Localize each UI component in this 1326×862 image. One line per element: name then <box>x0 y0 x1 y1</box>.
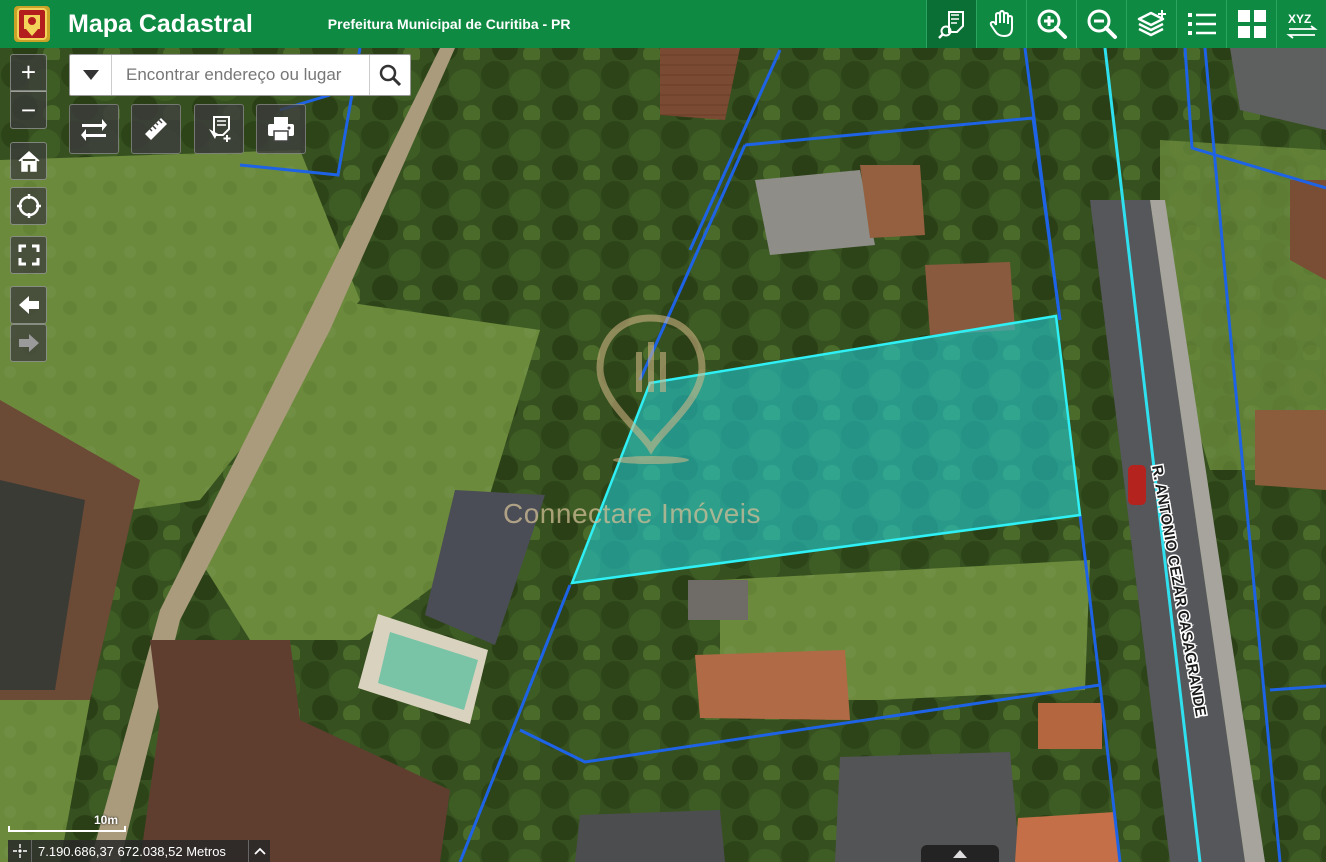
app-title: Mapa Cadastral <box>68 9 253 38</box>
app-header: Mapa Cadastral Prefeitura Municipal de C… <box>0 0 1326 48</box>
chevron-down-icon <box>82 70 99 80</box>
search-input[interactable] <box>112 55 369 95</box>
locate-button[interactable] <box>10 187 47 225</box>
watermark-text: Connectare Imóveis <box>503 498 762 529</box>
pan-hand-icon <box>989 10 1013 37</box>
svg-text:XYZ: XYZ <box>1288 12 1311 26</box>
search-source-dropdown[interactable] <box>70 55 112 95</box>
map-view[interactable]: R. ANTONIO CEZAR CASAGRANDE <box>0 48 1326 862</box>
aerial-imagery: R. ANTONIO CEZAR CASAGRANDE <box>0 48 1326 862</box>
legend-list-icon <box>1187 13 1216 35</box>
zoom-in-tool-icon <box>1037 9 1067 39</box>
basemap-button[interactable] <box>1226 0 1276 48</box>
pan-tool-button[interactable] <box>976 0 1026 48</box>
identify-add-icon <box>209 116 231 142</box>
coordinates-bar: 7.190.686,37 672.038,52 Metros <box>8 840 270 862</box>
home-button[interactable] <box>10 142 47 180</box>
coordinates-expand-button[interactable] <box>248 840 270 862</box>
coordinates-readout: 7.190.686,37 672.038,52 Metros <box>38 843 226 859</box>
print-icon <box>268 117 294 142</box>
app-subtitle: Prefeitura Municipal de Curitiba - PR <box>327 16 571 32</box>
caret-up-icon <box>953 849 967 858</box>
main-toolbar: XYZ <box>926 0 1326 48</box>
layers-button[interactable] <box>1126 0 1176 48</box>
chevron-up-icon <box>253 847 266 855</box>
previous-extent-arrow-icon <box>18 296 39 314</box>
measure-button[interactable] <box>131 104 181 154</box>
swap-arrows-icon <box>81 119 107 141</box>
home-icon <box>17 150 40 172</box>
fullscreen-icon <box>18 244 39 266</box>
next-extent-button[interactable] <box>10 324 47 362</box>
identify-add-button[interactable] <box>194 104 244 154</box>
next-extent-arrow-icon <box>18 334 39 352</box>
address-search <box>69 54 411 96</box>
search-icon <box>379 64 401 86</box>
fullscreen-button[interactable] <box>10 236 47 274</box>
curitiba-crest-logo <box>14 6 50 42</box>
print-button[interactable] <box>256 104 306 154</box>
search-button[interactable] <box>369 55 410 95</box>
identify-tool-button[interactable] <box>926 0 976 48</box>
zoom-in-button[interactable]: + <box>10 54 47 91</box>
zoom-out-tool-button[interactable] <box>1076 0 1126 48</box>
zoom-out-tool-icon <box>1087 9 1117 39</box>
crosshair-icon[interactable] <box>8 840 32 862</box>
zoom-out-button[interactable]: − <box>10 91 47 129</box>
basemap-grid-icon <box>1237 10 1266 38</box>
swap-button[interactable] <box>69 104 119 154</box>
scale-bar <box>8 826 126 832</box>
identify-tool-icon <box>937 11 964 39</box>
previous-extent-button[interactable] <box>10 286 47 324</box>
locate-icon <box>16 194 41 218</box>
scale-label: 10m <box>94 813 119 827</box>
bottom-panel-handle[interactable] <box>921 845 999 862</box>
legend-button[interactable] <box>1176 0 1226 48</box>
xyz-coordinates-icon: XYZ <box>1285 12 1318 39</box>
zoom-in-tool-button[interactable] <box>1026 0 1076 48</box>
xyz-coordinates-button[interactable]: XYZ <box>1276 0 1326 48</box>
measure-ruler-icon <box>145 118 167 140</box>
layers-icon <box>1137 10 1166 37</box>
